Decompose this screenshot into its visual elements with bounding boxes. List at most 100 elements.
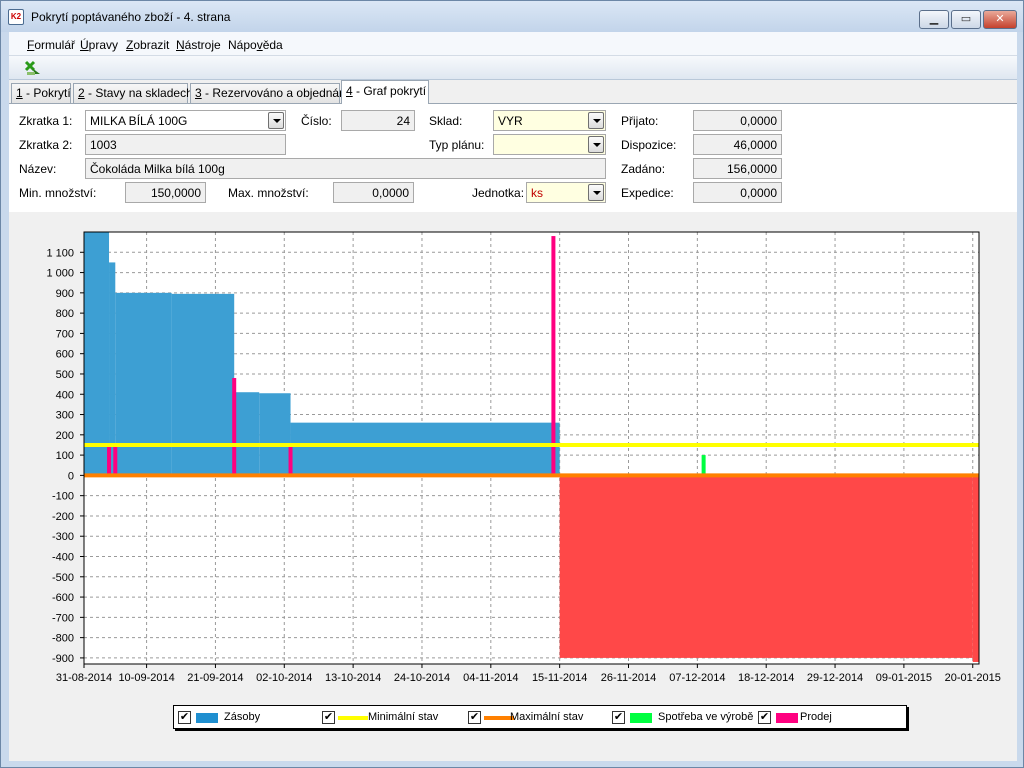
x-tick-label: 24-10-2014 [394,672,450,684]
max-mnozstvi-field[interactable]: 0,0000 [333,182,414,203]
tab-pokryti[interactable]: 1 - Pokrytí [11,83,71,103]
typ-planu-label: Typ plánu: [429,138,485,152]
zasoby-area-segment [84,232,110,476]
legend-minimalni-swatch [338,716,368,720]
x-tick-label: 10-09-2014 [118,672,174,684]
legend-prodej-checkbox[interactable]: ✔ [758,711,771,724]
legend-prodej-label: Prodej [800,711,832,723]
y-tick-label: 700 [56,328,74,340]
chevron-down-icon[interactable] [588,184,604,201]
menu-formular[interactable]: Formulář [27,38,75,52]
prodej-bar [107,444,112,476]
zasoby-area-segment [234,392,260,476]
legend-prodej[interactable]: ✔ Prodej [758,710,878,726]
menu-zobrazit[interactable]: Zobrazit [126,38,169,52]
chevron-down-icon[interactable] [588,112,604,129]
chevron-down-icon[interactable] [268,112,284,129]
close-button[interactable]: ✕ [983,10,1017,29]
x-tick-label: 20-01-2015 [945,672,1001,684]
spotreba-bar [701,455,706,476]
chart-panel: 1 100 1 000 900 800 700 600 500 400 300 200 100 0 -1… [9,212,1017,732]
minimize-button[interactable]: ▁ [919,10,949,29]
y-tick-label: 300 [56,410,74,422]
title-bar[interactable]: K2 Pokrytí poptávaného zboží - 4. strana… [1,1,1023,32]
exit-icon [24,60,40,75]
header-form: Zkratka 1: MILKA BÍLÁ 100G Číslo: 24 Skl… [9,103,1017,212]
x-tick-label: 31-08-2014 [56,672,112,684]
zkratka1-label: Zkratka 1: [19,114,73,128]
x-tick-label: 13-10-2014 [325,672,381,684]
prodej-bar [288,444,293,476]
toolbar [9,56,1017,80]
app-icon[interactable]: K2 [8,9,24,25]
zkratka2-field[interactable]: 1003 [85,134,286,155]
dispozice-field[interactable]: 46,0000 [693,134,782,155]
prodej-bar [113,444,118,476]
jednotka-value: ks [531,186,543,200]
jednotka-combo[interactable]: ks [526,182,606,203]
y-tick-label: 100 [56,450,74,462]
y-tick-label: -600 [52,592,74,604]
sklad-label: Sklad: [429,114,463,128]
zasoby-area-segment [115,292,172,476]
jednotka-label: Jednotka: [472,186,525,200]
nazev-label: Název: [19,162,57,176]
chevron-down-icon[interactable] [588,136,604,153]
tab-graf-pokryti[interactable]: 4 - Graf pokrytí [341,80,429,104]
chart-legend: ✔ Zásoby ✔ Minimální stav ✔ Maximální st… [173,705,907,729]
cislo-label: Číslo: [301,114,332,128]
y-tick-label: -200 [52,511,74,523]
min-mnozstvi-field[interactable]: 150,0000 [125,182,206,203]
status-strip [9,732,1017,761]
tab-rezervovano[interactable]: 3 - Rezervováno a objednáno [190,83,352,103]
y-tick-label: -900 [52,653,74,665]
legend-spotreba[interactable]: ✔ Spotřeba ve výrobě [612,710,758,726]
prijato-field[interactable]: 0,0000 [693,110,782,131]
x-tick-label: 09-01-2015 [876,672,932,684]
zkratka1-value: MILKA BÍLÁ 100G [90,114,188,128]
zadano-field[interactable]: 156,0000 [693,158,782,179]
y-tick-label: 800 [56,308,74,320]
legend-prodej-swatch [776,713,798,723]
x-tick-label: 02-10-2014 [256,672,312,684]
legend-minimalni-label: Minimální stav [368,711,439,723]
typ-planu-combo[interactable] [493,134,606,155]
min-mnozstvi-label: Min. množství: [19,186,97,200]
y-tick-label: -300 [52,531,74,543]
legend-zasoby[interactable]: ✔ Zásoby [178,710,318,726]
x-tick-label: 04-11-2014 [463,672,518,684]
zkratka2-label: Zkratka 2: [19,138,73,152]
legend-maximalni-stav[interactable]: ✔ Maximální stav [468,710,610,726]
legend-minimalni-stav[interactable]: ✔ Minimální stav [322,710,462,726]
legend-zasoby-label: Zásoby [224,711,261,723]
zkratka1-combo[interactable]: MILKA BÍLÁ 100G [85,110,286,131]
menu-upravy[interactable]: Úpravy [80,38,118,52]
legend-maximalni-label: Maximální stav [510,711,584,723]
sklad-combo[interactable]: VYR [493,110,606,131]
legend-minimalni-checkbox[interactable]: ✔ [322,711,335,724]
expedice-label: Expedice: [621,186,674,200]
legend-spotreba-checkbox[interactable]: ✔ [612,711,625,724]
max-mnozstvi-label: Max. množství: [228,186,309,200]
x-tick-label: 26-11-2014 [601,672,656,684]
menu-napoveda[interactable]: Nápověda [228,38,283,52]
prodej-bar [232,378,237,476]
expedice-field[interactable]: 0,0000 [693,182,782,203]
legend-maximalni-checkbox[interactable]: ✔ [468,711,481,724]
zasoby-area-segment [290,422,554,476]
nazev-field[interactable]: Čokoláda Milka bílá 100g [85,158,606,179]
zasoby-area-segment [972,475,979,662]
maximize-button[interactable]: ▭ [951,10,981,29]
legend-zasoby-checkbox[interactable]: ✔ [178,711,191,724]
y-tick-label: -400 [52,552,74,564]
zasoby-area-segment [259,393,291,476]
tab-stavy-na-skladech[interactable]: 2 - Stavy na skladech [73,83,193,103]
y-tick-label: -700 [52,612,74,624]
coverage-chart: 1 1001 0009008007006005004003002001000-1… [46,231,1001,684]
y-tick-label: 900 [56,288,74,300]
menu-nastroje[interactable]: Nástroje [176,38,221,52]
exit-button[interactable] [23,58,43,78]
y-tick-label: 400 [56,389,74,401]
y-tick-label: -500 [52,572,74,584]
cislo-field[interactable]: 24 [341,110,415,131]
